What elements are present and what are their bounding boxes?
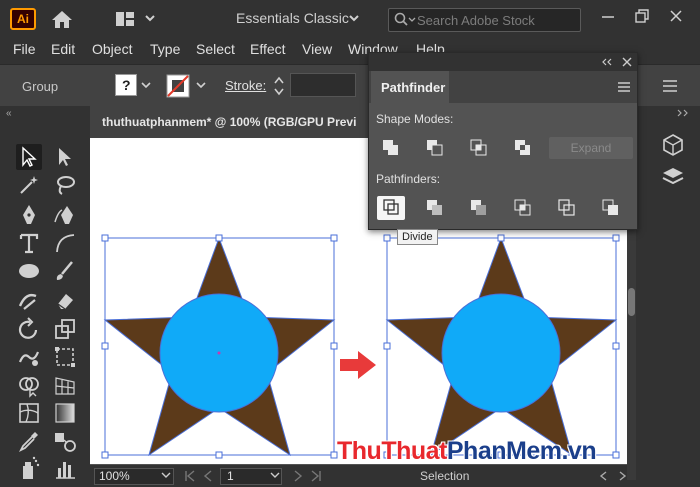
close-icon[interactable] <box>664 4 688 28</box>
stroke-swatch[interactable] <box>166 74 190 98</box>
shape-builder-tool[interactable] <box>16 372 42 398</box>
chevron-down-icon[interactable] <box>140 81 152 91</box>
mesh-tool[interactable] <box>16 400 42 426</box>
arrow-right-icon <box>340 351 376 379</box>
arc-tool[interactable] <box>52 230 78 256</box>
tools-panel: « <box>0 106 90 487</box>
chevron-down-icon[interactable] <box>195 81 207 91</box>
blend-tool[interactable] <box>52 428 78 454</box>
pathfinder-tab-bar: Pathfinder <box>369 71 637 103</box>
exclude-button[interactable] <box>509 136 537 160</box>
menu-type[interactable]: Type <box>150 41 180 57</box>
divide-button[interactable] <box>377 196 405 220</box>
center-point-marker <box>217 351 221 355</box>
divide-tooltip: Divide <box>397 229 438 245</box>
collapse-panel-icon[interactable] <box>676 108 690 118</box>
trim-button[interactable] <box>421 196 449 220</box>
right-panel-dock <box>648 106 700 487</box>
close-panel-icon[interactable] <box>621 56 633 68</box>
stroke-weight-input[interactable] <box>290 73 356 97</box>
symbol-sprayer-tool[interactable] <box>16 456 42 482</box>
pathfinder-panel: Pathfinder Shape Modes: Expand Pathfinde… <box>368 52 638 230</box>
restore-icon[interactable] <box>630 4 654 28</box>
direct-selection-tool[interactable] <box>52 144 78 170</box>
column-graph-tool[interactable] <box>52 456 78 482</box>
shape-modes-label: Shape Modes: <box>376 112 454 126</box>
search-icon <box>394 12 416 26</box>
expand-button[interactable]: Expand <box>549 137 633 159</box>
last-artboard-icon[interactable] <box>310 470 322 482</box>
workspace-label[interactable]: Essentials Classic <box>236 10 349 26</box>
free-transform-tool[interactable] <box>52 344 78 370</box>
previous-artboard-icon[interactable] <box>202 470 214 482</box>
document-tab-title: thuthuatphanmem* @ 100% (RGB/GPU Previ <box>102 115 357 129</box>
menu-object[interactable]: Object <box>92 41 132 57</box>
arrange-documents-icon[interactable] <box>112 9 160 29</box>
minus-front-button[interactable] <box>421 136 449 160</box>
shaper-tool[interactable] <box>16 288 42 314</box>
collapse-panel-icon[interactable] <box>601 58 613 66</box>
chevron-down-icon[interactable] <box>348 12 360 24</box>
scroll-left-icon[interactable] <box>598 470 610 482</box>
rotate-tool[interactable] <box>16 316 42 342</box>
chevron-down-icon[interactable] <box>270 472 280 480</box>
menu-effect[interactable]: Effect <box>250 41 286 57</box>
search-placeholder: Search Adobe Stock <box>417 13 535 28</box>
circle-shape-result[interactable] <box>441 293 561 413</box>
lasso-tool[interactable] <box>52 172 78 198</box>
menu-file[interactable]: File <box>13 41 36 57</box>
selection-type-label: Group <box>22 79 59 94</box>
pathfinder-panel-header[interactable] <box>369 53 637 71</box>
curvature-tool[interactable] <box>52 202 78 228</box>
layers-icon[interactable] <box>660 164 686 190</box>
outline-button[interactable] <box>553 196 581 220</box>
status-bar: 100% 1 Selection <box>90 465 636 487</box>
menu-select[interactable]: Select <box>196 41 235 57</box>
search-input[interactable]: Search Adobe Stock <box>388 8 581 32</box>
warp-tool[interactable] <box>16 344 42 370</box>
fill-none-icon: ? <box>122 77 131 93</box>
pen-tool[interactable] <box>16 202 42 228</box>
merge-button[interactable] <box>465 196 493 220</box>
pathfinders-label: Pathfinders: <box>376 172 441 186</box>
unite-button[interactable] <box>377 136 405 160</box>
first-artboard-icon[interactable] <box>184 470 196 482</box>
paintbrush-tool[interactable] <box>52 258 78 284</box>
next-artboard-icon[interactable] <box>292 470 304 482</box>
crop-button[interactable] <box>509 196 537 220</box>
watermark: ThuThuatPhanMem.vn <box>337 437 597 465</box>
stroke-label[interactable]: Stroke: <box>225 78 266 93</box>
scale-tool[interactable] <box>52 316 78 342</box>
magic-wand-tool[interactable] <box>16 172 42 198</box>
gradient-tool[interactable] <box>52 400 78 426</box>
title-bar: Ai Essentials Classic Search Adobe Stock <box>0 0 700 38</box>
illustrator-logo: Ai <box>10 8 36 30</box>
panel-menu-icon[interactable] <box>617 81 631 93</box>
type-tool[interactable] <box>16 230 42 256</box>
perspective-grid-tool[interactable] <box>52 372 78 398</box>
minimize-icon[interactable] <box>596 4 620 28</box>
collapse-panel-icon[interactable]: « <box>6 108 12 119</box>
menu-view[interactable]: View <box>302 41 332 57</box>
eyedropper-tool[interactable] <box>16 428 42 454</box>
eraser-tool[interactable] <box>52 288 78 314</box>
minus-back-button[interactable] <box>597 196 625 220</box>
tab-pathfinder[interactable]: Pathfinder <box>371 71 449 103</box>
stroke-weight-stepper[interactable] <box>272 74 286 98</box>
pathfinder-tab-label: Pathfinder <box>381 80 446 95</box>
fill-swatch[interactable]: ? <box>115 74 137 96</box>
status-tool-label: Selection <box>420 469 470 483</box>
panel-menu-icon[interactable] <box>662 78 678 94</box>
intersect-button[interactable] <box>465 136 493 160</box>
ellipse-tool[interactable] <box>16 258 42 284</box>
selection-tool[interactable] <box>16 144 42 170</box>
chevron-down-icon[interactable] <box>161 472 171 480</box>
home-icon[interactable] <box>50 9 74 29</box>
document-tab[interactable]: thuthuatphanmem* @ 100% (RGB/GPU Previ <box>90 106 380 138</box>
menu-edit[interactable]: Edit <box>51 41 75 57</box>
3d-materials-icon[interactable] <box>660 132 686 158</box>
scrollbar-thumb[interactable] <box>628 288 635 316</box>
